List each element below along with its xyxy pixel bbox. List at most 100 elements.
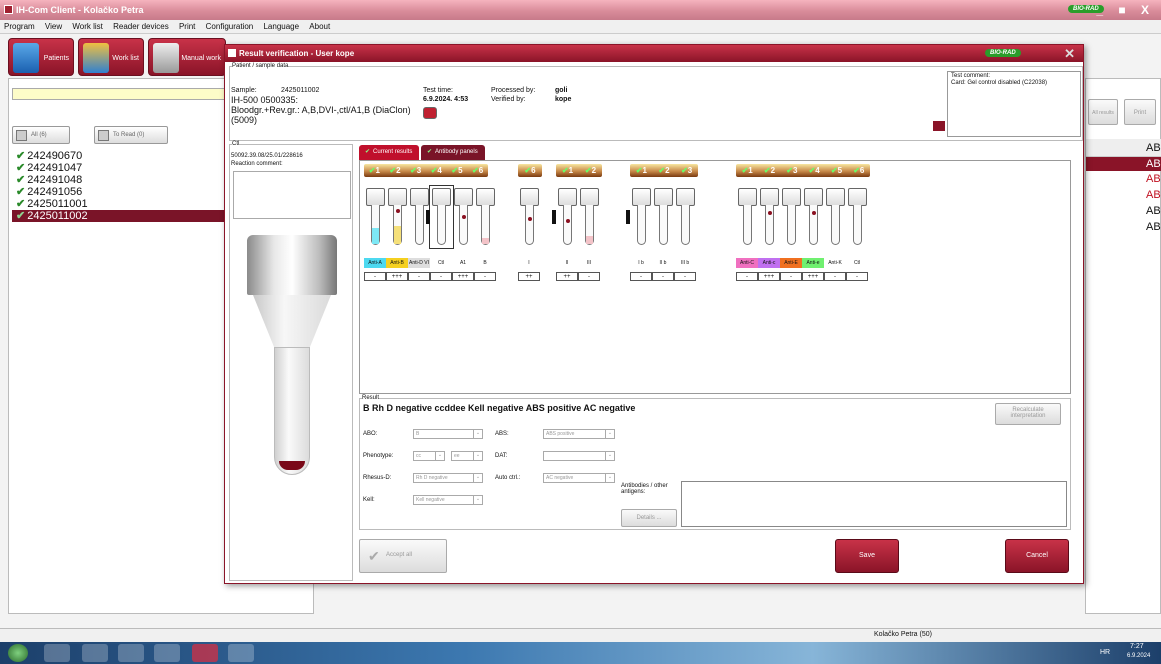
reaction-value[interactable]: - xyxy=(652,272,674,281)
cancel-button[interactable]: Cancel xyxy=(1005,539,1069,573)
menu-reader-devices[interactable]: Reader devices xyxy=(109,20,173,33)
gel-tube[interactable] xyxy=(454,188,473,246)
filter-all-button[interactable]: All (6) xyxy=(12,126,70,144)
close-icon[interactable]: ✕ xyxy=(1064,46,1075,62)
gel-tube[interactable] xyxy=(848,188,867,246)
reaction-value[interactable]: ++ xyxy=(518,272,540,281)
kell-select[interactable]: Kell negative ⌄ xyxy=(413,495,483,505)
taskbar-app-icon[interactable] xyxy=(154,644,180,662)
language-indicator[interactable]: HR xyxy=(1100,649,1110,656)
patients-button[interactable]: Patients xyxy=(8,38,74,76)
ab-item: AB xyxy=(1146,158,1161,170)
menu-configuration[interactable]: Configuration xyxy=(202,20,258,33)
menu-about[interactable]: About xyxy=(305,20,334,33)
ihcom-taskbar-icon[interactable] xyxy=(192,644,218,662)
result-legend: Result xyxy=(362,395,380,401)
tab-current-results[interactable]: ✔ Current results xyxy=(359,145,419,160)
worklist-button[interactable]: Work list xyxy=(78,38,144,76)
abs-label: ABS: xyxy=(495,431,509,437)
start-button-icon[interactable] xyxy=(8,644,28,662)
recalculate-button[interactable]: Recalculate interpretation xyxy=(995,403,1061,425)
paint-icon[interactable] xyxy=(228,644,254,662)
menu-print[interactable]: Print xyxy=(175,20,199,33)
dat-select[interactable]: ⌄ xyxy=(543,451,615,461)
gel-tube[interactable] xyxy=(738,188,757,246)
ab-item: AB xyxy=(1146,189,1161,201)
explorer-icon[interactable] xyxy=(44,644,70,662)
dat-label: DAT: xyxy=(495,453,508,459)
auto-ctrl-select[interactable]: AC negative ⌄ xyxy=(543,473,615,483)
gel-card-screen-ii-iii: ✔1 ✔2 II III ++ - xyxy=(552,164,602,281)
reaction-value[interactable]: - xyxy=(846,272,868,281)
gel-tube[interactable] xyxy=(654,188,673,246)
phenotype-select-1[interactable]: cc ⌄ xyxy=(413,451,445,461)
filter-to-read-button[interactable]: To Read (0) xyxy=(94,126,168,144)
test-time-label: Test time: xyxy=(423,87,453,94)
gel-tube[interactable] xyxy=(676,188,695,246)
window-controls[interactable]: _ ■ X xyxy=(1096,3,1155,17)
patient-legend: Patient / sample data xyxy=(232,63,289,69)
stamp-icon[interactable] xyxy=(423,107,437,119)
reaction-value[interactable]: +++ xyxy=(802,272,824,281)
reagent-label: I xyxy=(528,260,530,266)
reagent-label: II b xyxy=(659,260,667,266)
gel-tube[interactable] xyxy=(804,188,823,246)
test-time-value: 6.9.2024. 4:53 xyxy=(423,96,469,103)
gel-tube[interactable] xyxy=(782,188,801,246)
gel-tube[interactable] xyxy=(760,188,779,246)
ab-item: AB xyxy=(1146,221,1161,233)
antibodies-input[interactable] xyxy=(681,481,1067,527)
test-comment-box[interactable]: Test comment: Card: Gel control disabled… xyxy=(947,71,1081,137)
reagent-label: Anti-c xyxy=(758,258,780,268)
menu-view[interactable]: View xyxy=(41,20,66,33)
gel-tube[interactable] xyxy=(520,188,539,246)
reaction-value[interactable]: - xyxy=(430,272,452,281)
all-results-button[interactable]: All results xyxy=(1088,99,1118,125)
gel-tube[interactable] xyxy=(388,188,407,246)
gel-tube[interactable] xyxy=(366,188,385,246)
save-button[interactable]: Save xyxy=(835,539,899,573)
reagent-label: Anti-B xyxy=(386,258,408,268)
reagent-label: II xyxy=(565,260,569,266)
reaction-comment-input[interactable] xyxy=(233,171,351,219)
gel-tube[interactable] xyxy=(580,188,599,246)
gel-tube[interactable] xyxy=(476,188,495,246)
reaction-value[interactable]: - xyxy=(408,272,430,281)
gel-tube[interactable] xyxy=(826,188,845,246)
gel-tube[interactable] xyxy=(626,188,651,246)
menu-worklist[interactable]: Work list xyxy=(68,20,107,33)
abs-select[interactable]: ABS positive ⌄ xyxy=(543,429,615,439)
reaction-value[interactable]: - xyxy=(474,272,496,281)
print-button[interactable]: Print xyxy=(1124,99,1156,125)
reaction-value[interactable]: +++ xyxy=(758,272,780,281)
reaction-value[interactable]: - xyxy=(780,272,802,281)
reaction-value[interactable]: +++ xyxy=(452,272,474,281)
reaction-value[interactable]: - xyxy=(824,272,846,281)
manual-work-button[interactable]: Manual work xyxy=(148,38,226,76)
reaction-value[interactable]: - xyxy=(364,272,386,281)
tab-antibody-panels[interactable]: ✔ Antibody panels xyxy=(421,145,485,160)
sample-id: 242491048 xyxy=(27,174,83,186)
reagent-label: Anti-K xyxy=(828,260,842,266)
phenotype-select-2[interactable]: ee ⌄ xyxy=(451,451,483,461)
gel-tube-selected[interactable] xyxy=(426,185,454,249)
reaction-value[interactable]: - xyxy=(630,272,652,281)
abo-select[interactable]: B ⌄ xyxy=(413,429,483,439)
media-player-icon[interactable] xyxy=(82,644,108,662)
search-input[interactable] xyxy=(12,88,232,100)
rhesus-select[interactable]: Rh D negative ⌄ xyxy=(413,473,483,483)
selected-result-row[interactable]: AB xyxy=(1086,157,1161,171)
menu-language[interactable]: Language xyxy=(259,20,303,33)
comment-edit-button[interactable] xyxy=(933,121,945,131)
reaction-value[interactable]: - xyxy=(736,272,758,281)
menu-program[interactable]: Program xyxy=(0,20,39,33)
gel-tube[interactable] xyxy=(552,188,577,246)
details-button[interactable]: Details ... xyxy=(621,509,677,527)
accept-all-button[interactable]: ✔ Accept all xyxy=(359,539,447,573)
browser-icon[interactable] xyxy=(118,644,144,662)
reaction-value[interactable]: ++ xyxy=(556,272,578,281)
reaction-value[interactable]: - xyxy=(578,272,600,281)
reagent-label: Anti-C xyxy=(736,258,758,268)
reaction-value[interactable]: +++ xyxy=(386,272,408,281)
reaction-value[interactable]: - xyxy=(674,272,696,281)
